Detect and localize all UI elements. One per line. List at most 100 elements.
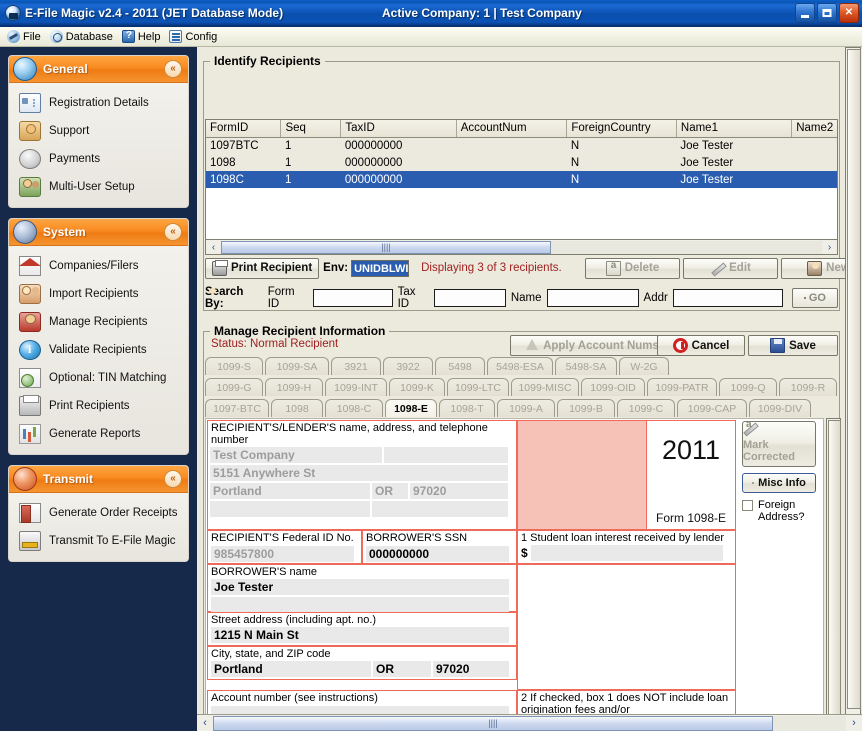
tab-5498-sa[interactable]: 5498-SA	[555, 357, 617, 375]
menu-item-config[interactable]: Config	[166, 29, 223, 44]
sidebar-panel-transmit-header[interactable]: Transmit «	[9, 466, 188, 493]
tab-1099-misc[interactable]: 1099-MISC	[511, 378, 579, 396]
tab-1099-s[interactable]: 1099-S	[205, 357, 263, 375]
federal-id-field[interactable]: 985457800	[211, 546, 354, 562]
tab-1098-t[interactable]: 1098-T	[439, 399, 495, 417]
sidebar-panel-general-header[interactable]: General «	[9, 56, 188, 83]
chevron-up-icon[interactable]: «	[164, 470, 182, 488]
lender-extra2-field[interactable]	[372, 501, 508, 517]
mark-corrected-button[interactable]: Mark Corrected	[742, 421, 816, 467]
tab-1099-patr[interactable]: 1099-PATR	[647, 378, 717, 396]
borrower-name-field[interactable]: Joe Tester	[211, 579, 509, 595]
table-row[interactable]: 1098 1 000000000 N Joe Tester 12	[206, 154, 838, 171]
street-address-field[interactable]: 1215 N Main St	[211, 627, 509, 643]
tab-5498[interactable]: 5498	[435, 357, 485, 375]
col-name1[interactable]: Name1	[676, 120, 791, 137]
recipients-grid[interactable]: FormID Seq TaxID AccountNum ForeignCount…	[205, 119, 838, 240]
env-dropdown[interactable]: UNIDBLWIN	[351, 260, 409, 277]
scroll-left-icon[interactable]: ‹	[206, 241, 221, 254]
sidebar-item-tin-matching[interactable]: Optional: TIN Matching	[13, 364, 184, 392]
apply-account-nums-button[interactable]: Apply Account Nums	[510, 335, 673, 356]
sidebar-item-companies-filers[interactable]: Companies/Filers	[13, 252, 184, 280]
lender-name-field[interactable]: Test Company	[210, 447, 382, 463]
sidebar-item-generate-reports[interactable]: Generate Reports	[13, 420, 184, 448]
chevron-up-icon[interactable]: «	[164, 60, 182, 78]
search-addr-input[interactable]	[673, 289, 783, 307]
tab-3922[interactable]: 3922	[383, 357, 433, 375]
tab-w-2g[interactable]: W-2G	[619, 357, 669, 375]
col-taxid[interactable]: TaxID	[341, 120, 456, 137]
window-horizontal-scrollbar[interactable]: ‹ |||| ›	[197, 714, 862, 731]
scroll-track[interactable]: ||||	[221, 241, 822, 254]
content-scroll-thumb[interactable]	[847, 49, 861, 709]
menu-item-database[interactable]: Database	[47, 29, 119, 44]
sidebar-item-print-recipients[interactable]: Print Recipients	[13, 392, 184, 420]
form-vertical-scrollbar[interactable]	[826, 418, 841, 731]
tab-1099-oid[interactable]: 1099-OID	[581, 378, 645, 396]
tab-1099-b[interactable]: 1099-B	[557, 399, 615, 417]
lender-zip-field[interactable]: 97020	[410, 483, 508, 499]
tab-1097-btc[interactable]: 1097-BTC	[205, 399, 269, 417]
scroll-thumb[interactable]: ||||	[213, 716, 773, 731]
save-button[interactable]: Save	[748, 335, 838, 356]
tab-5498-esa[interactable]: 5498-ESA	[487, 357, 553, 375]
scroll-right-icon[interactable]: ›	[822, 241, 837, 254]
menu-item-help[interactable]: Help	[119, 29, 167, 44]
tab-1099-g[interactable]: 1099-G	[205, 378, 263, 396]
search-form-id-input[interactable]	[313, 289, 393, 307]
lender-extra1-field[interactable]	[210, 501, 370, 517]
state-field[interactable]: OR	[373, 661, 431, 677]
search-tax-id-input[interactable]	[434, 289, 506, 307]
col-seq[interactable]: Seq	[281, 120, 341, 137]
foreign-address-checkbox[interactable]	[742, 500, 753, 511]
zip-field[interactable]: 97020	[433, 661, 509, 677]
delete-button[interactable]: Delete	[585, 258, 680, 279]
sidebar-item-generate-order-receipts[interactable]: Generate Order Receipts	[13, 499, 184, 527]
lender-city-field[interactable]: Portland	[210, 483, 370, 499]
tab-1099-sa[interactable]: 1099-SA	[265, 357, 329, 375]
col-foreigncountry[interactable]: ForeignCountry	[567, 120, 677, 137]
lender-name2-field[interactable]	[384, 447, 508, 463]
foreign-address-row[interactable]: Foreign Address?	[742, 499, 822, 523]
menu-item-file[interactable]: File	[4, 29, 47, 44]
box1-amount-field[interactable]	[531, 545, 723, 561]
edit-button[interactable]: Edit	[683, 258, 778, 279]
col-name2[interactable]: Name2	[792, 120, 838, 137]
lender-street-field[interactable]: 5151 Anywhere St	[210, 465, 508, 481]
new-button[interactable]: New	[781, 258, 846, 279]
col-accountnum[interactable]: AccountNum	[456, 120, 567, 137]
maximize-button[interactable]	[817, 3, 837, 23]
form-scroll-thumb[interactable]	[828, 420, 841, 720]
print-recipient-button[interactable]: Print Recipient	[205, 258, 319, 279]
city-field[interactable]: Portland	[211, 661, 371, 677]
search-name-input[interactable]	[547, 289, 639, 307]
tab-1099-a[interactable]: 1099-A	[497, 399, 555, 417]
tab-3921[interactable]: 3921	[331, 357, 381, 375]
scroll-thumb[interactable]: ||||	[221, 241, 551, 254]
scroll-left-icon[interactable]: ‹	[197, 717, 213, 729]
borrower-ssn-field[interactable]: 000000000	[366, 546, 509, 562]
cancel-button[interactable]: Cancel	[657, 335, 745, 356]
sidebar-item-registration-details[interactable]: Registration Details	[13, 89, 184, 117]
go-button[interactable]: GO	[792, 288, 838, 308]
account-number-field[interactable]	[211, 706, 509, 714]
scroll-track[interactable]: ||||	[213, 716, 846, 731]
col-formid[interactable]: FormID	[206, 120, 281, 137]
tab-1099-cap[interactable]: 1099-CAP	[677, 399, 747, 417]
tab-1099-h[interactable]: 1099-H	[265, 378, 323, 396]
misc-info-button[interactable]: Misc Info	[742, 473, 816, 493]
tab-1099-k[interactable]: 1099-K	[389, 378, 445, 396]
chevron-up-icon[interactable]: «	[164, 223, 182, 241]
tab-1099-int[interactable]: 1099-INT	[325, 378, 387, 396]
tab-1099-div[interactable]: 1099-DIV	[749, 399, 811, 417]
tab-1098[interactable]: 1098	[271, 399, 323, 417]
tab-1099-r[interactable]: 1099-R	[779, 378, 837, 396]
sidebar-item-multi-user-setup[interactable]: Multi-User Setup	[13, 173, 184, 201]
sidebar-item-payments[interactable]: Payments	[13, 145, 184, 173]
grid-horizontal-scrollbar[interactable]: ‹ |||| ›	[205, 240, 838, 255]
table-row[interactable]: 1097BTC 1 000000000 N Joe Tester 12	[206, 137, 838, 154]
sidebar-item-support[interactable]: Support	[13, 117, 184, 145]
sidebar-item-transmit-to-efile-magic[interactable]: Transmit To E-File Magic	[13, 527, 184, 555]
table-row[interactable]: 1098C 1 000000000 N Joe Tester 12	[206, 171, 838, 188]
tab-1098-e[interactable]: 1098-E	[385, 399, 437, 417]
